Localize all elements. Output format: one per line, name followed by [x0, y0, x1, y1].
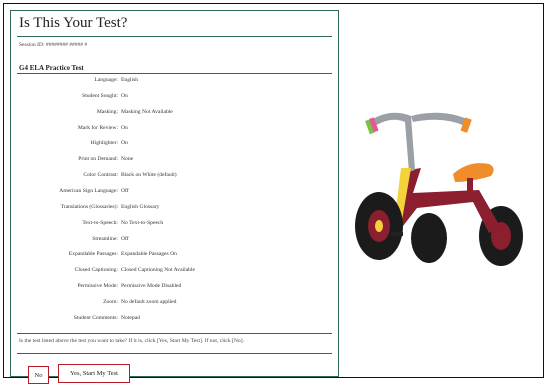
settings-row-value: Expandable Passages On [121, 251, 177, 258]
session-id: Session ID: ######## ##### # [19, 42, 88, 48]
settings-row: Highlighter: On [11, 138, 340, 148]
settings-row-label: Zoom: [103, 298, 118, 305]
settings-row: Language: English [11, 75, 340, 85]
settings-row-value: Black on White (default) [121, 172, 177, 179]
settings-row-label: Masking: [96, 108, 118, 115]
settings-row-label: Print on Demand: [78, 156, 118, 163]
settings-row: American Sign Language: Off [11, 186, 340, 196]
settings-row: Masking: Masking Not Available [11, 107, 340, 117]
settings-row-value: Notepad [121, 314, 140, 321]
settings-row-value: No Text-to-Speech [121, 219, 164, 226]
settings-row-value: Closed Captioning Not Available [121, 267, 196, 274]
settings-row-label: Permissive Mode: [77, 283, 118, 290]
settings-row-value: No default zoom applied [121, 298, 177, 305]
front-wheel-axle [375, 220, 383, 232]
no-button[interactable]: No [28, 366, 49, 384]
settings-row-value: None [121, 156, 134, 163]
settings-row: Student Comments: Notepad [11, 313, 340, 323]
settings-row-label: Closed Captioning: [74, 267, 118, 274]
settings-row: Mark for Review: On [11, 123, 340, 133]
title-divider [17, 36, 332, 37]
settings-row: Closed Captioning: Closed Captioning Not … [11, 265, 340, 275]
test-name-divider [17, 73, 332, 74]
confirmation-question: Is the test listed above the test you wa… [19, 338, 244, 344]
settings-row: Streamline: Off [11, 234, 340, 244]
settings-row-label: Color Contrast: [83, 172, 118, 179]
settings-row-label: Expandable Passages: [68, 251, 118, 258]
settings-row: Expandable Passages: Expandable Passages … [11, 249, 340, 259]
seat-post [467, 178, 473, 192]
settings-row-value: Masking Not Available [121, 108, 173, 115]
settings-row-label: Student Comments: [73, 314, 118, 321]
settings-row: Permissive Mode: Permissive Mode Disabled [11, 281, 340, 291]
settings-row-value: On [121, 124, 128, 131]
settings-row-label: Mark for Review: [77, 124, 118, 131]
handlebar-right [411, 112, 469, 126]
settings-row-value: On [121, 92, 128, 99]
back-wheel-left [411, 213, 447, 263]
settings-row-label: American Sign Language: [59, 187, 118, 194]
settings-row-label: Student Sought: [82, 92, 118, 99]
settings-row: Text-to-Speech: No Text-to-Speech [11, 218, 340, 228]
settings-row-label: Text-to-Speech: [82, 219, 118, 226]
yes-start-my-test-button[interactable]: Yes, Start My Test [58, 364, 130, 383]
settings-row-label: Translations (Glossaries): [60, 203, 118, 210]
settings-row-value: Off [121, 187, 129, 194]
buttons-divider [17, 353, 332, 354]
settings-row: Student Sought: On [11, 91, 340, 101]
settings-row: Zoom: No default zoom applied [11, 297, 340, 307]
tricycle-icon [355, 112, 523, 266]
page-title: Is This Your Test? [19, 15, 128, 31]
settings-row: Color Contrast: Black on White (default) [11, 170, 340, 180]
test-name: G4 ELA Practice Test [19, 64, 84, 72]
pedal [391, 232, 403, 236]
settings-row-label: Highlighter: [90, 140, 118, 147]
settings-row-label: Streamline: [92, 235, 118, 242]
test-confirmation-panel: Is This Your Test? Session ID: ######## … [10, 10, 340, 384]
settings-row-label: Language: [94, 77, 118, 83]
settings-row-value: English [121, 77, 139, 83]
settings-row-value: Permissive Mode Disabled [121, 283, 182, 290]
settings-row-value: English Glossary [121, 203, 160, 210]
settings-row-value: Off [121, 235, 129, 242]
question-divider [17, 333, 332, 334]
settings-row-value: On [121, 140, 128, 147]
handlebar [371, 112, 415, 172]
tricycle-seat [453, 163, 494, 182]
settings-row: Print on Demand: None [11, 154, 340, 164]
settings-row: Translations (Glossaries): English Glossa… [11, 202, 340, 212]
